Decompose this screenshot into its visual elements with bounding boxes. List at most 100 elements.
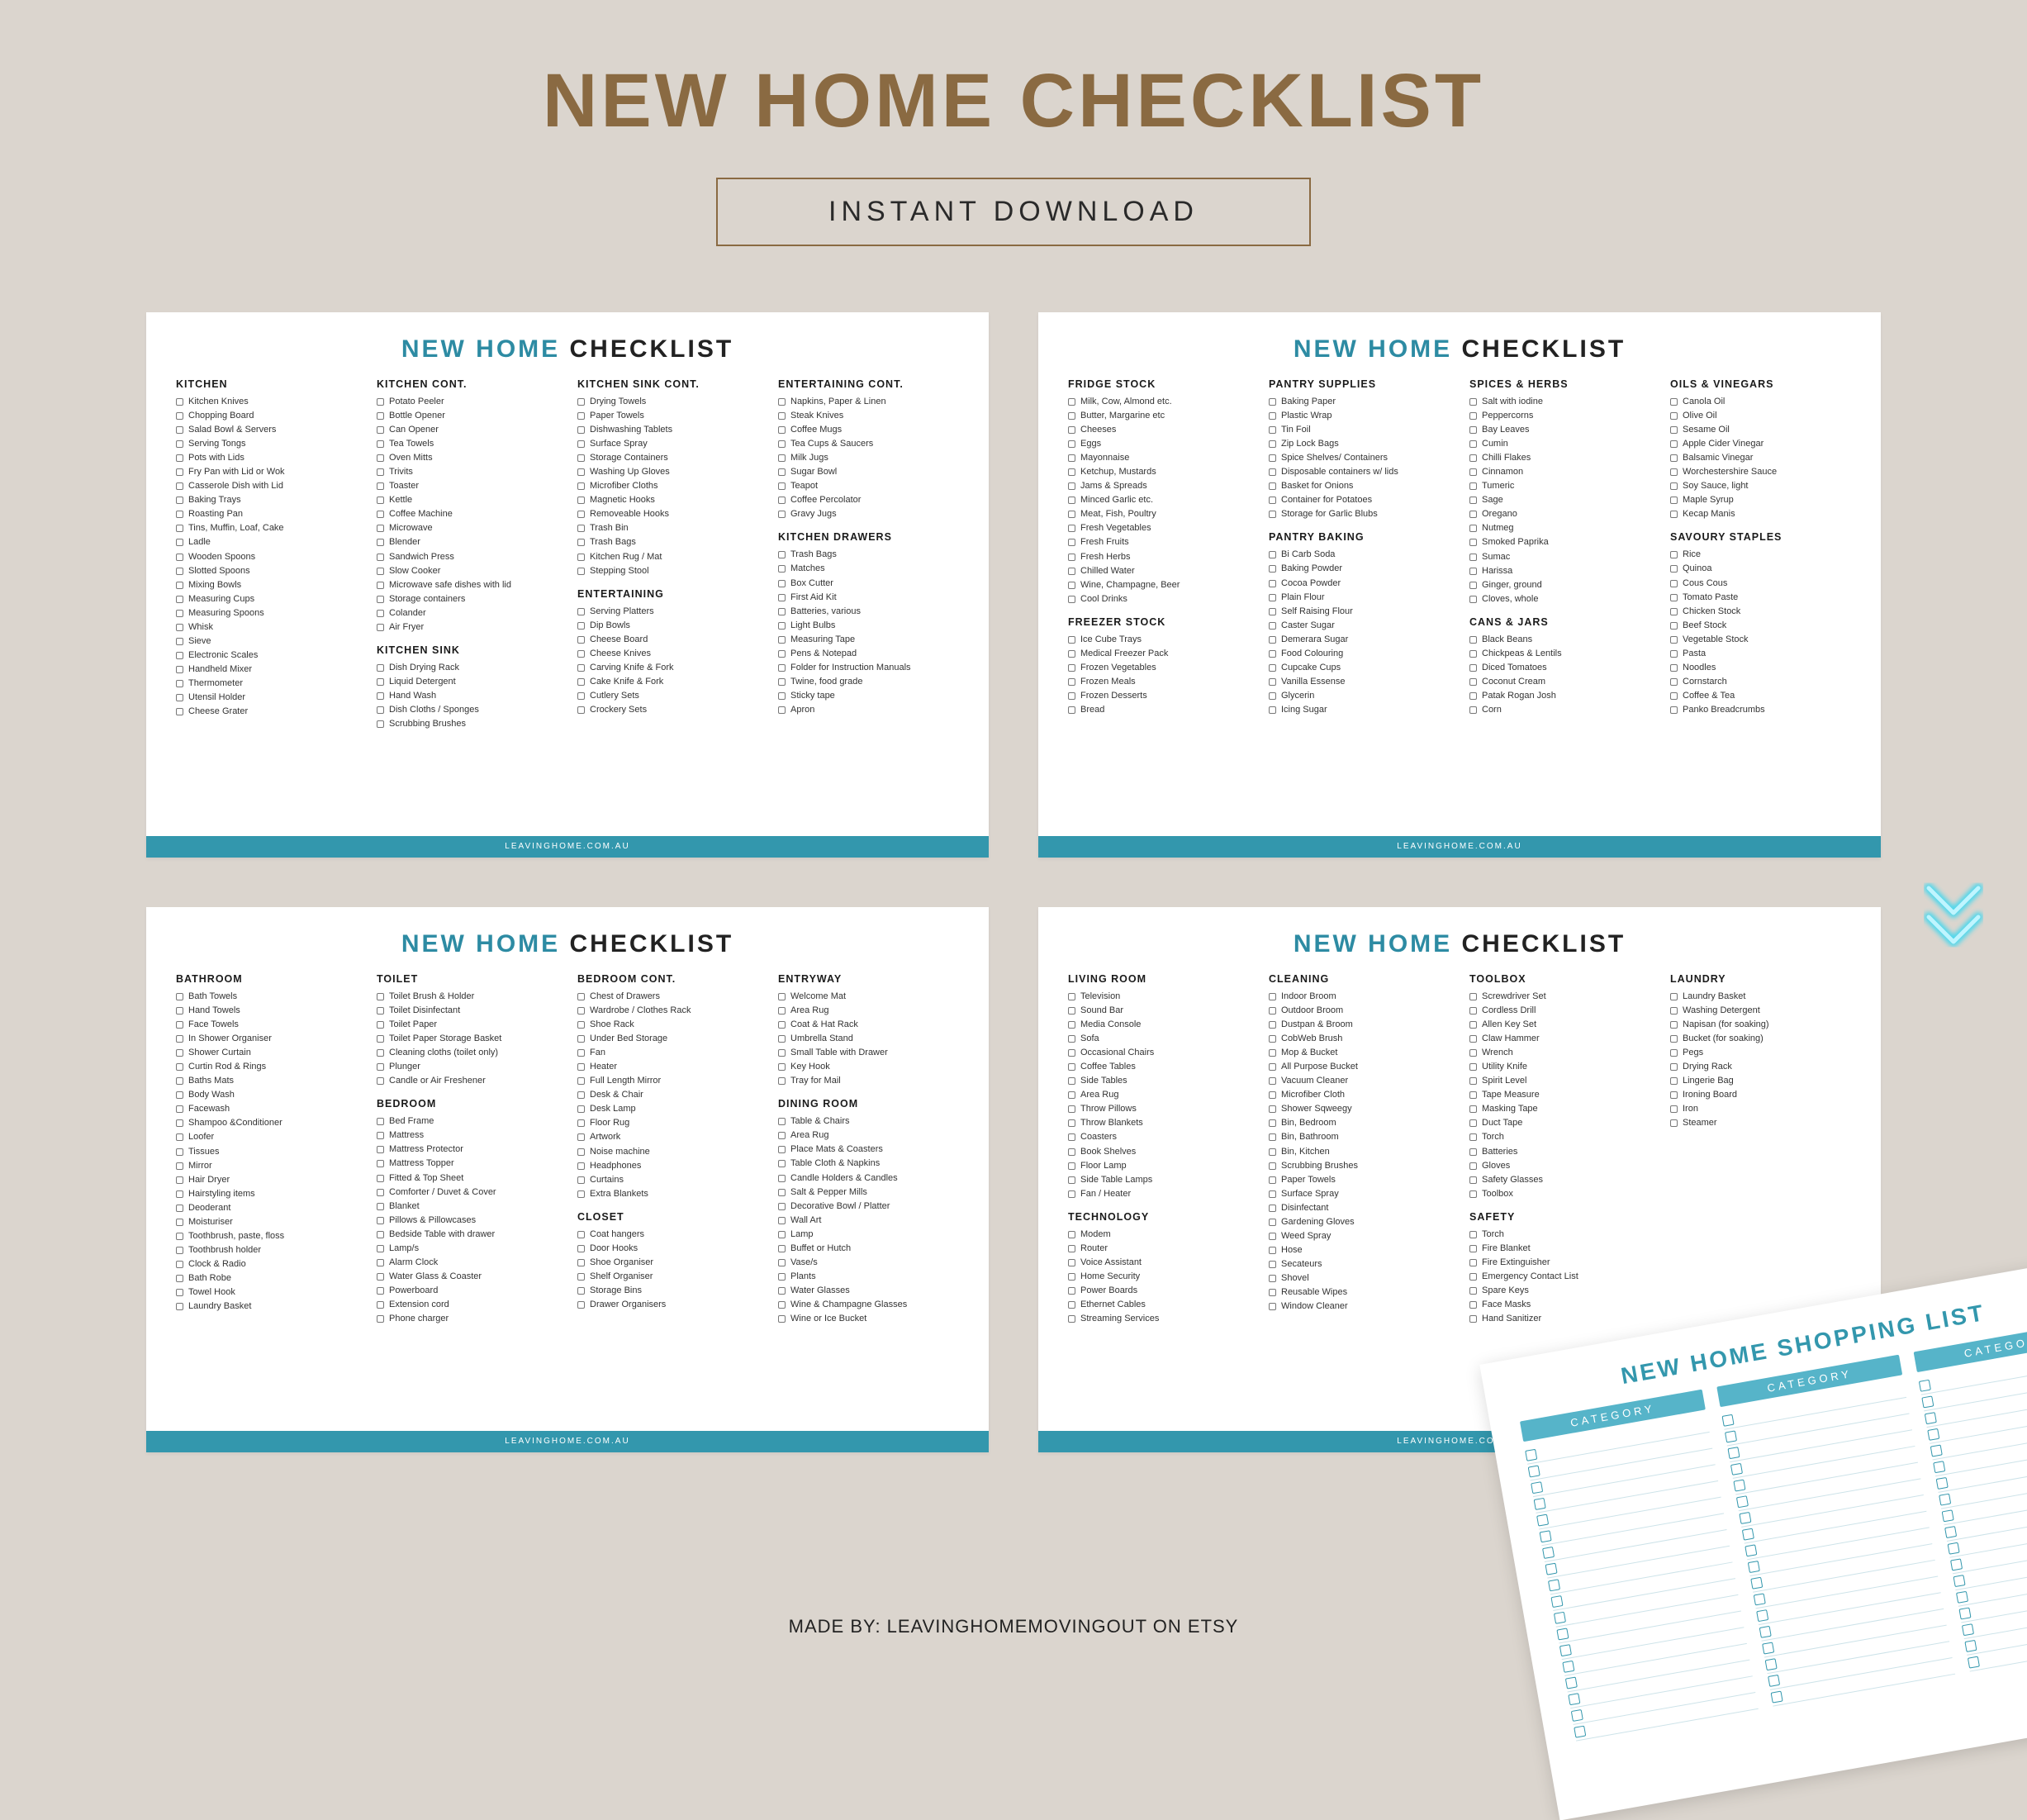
checkbox-icon[interactable]	[577, 1162, 585, 1170]
checkbox-icon[interactable]	[1068, 692, 1075, 700]
checkbox-icon[interactable]	[1670, 398, 1678, 406]
checkbox-icon[interactable]	[1269, 664, 1276, 672]
checkbox-icon[interactable]	[1730, 1463, 1743, 1475]
checkbox-icon[interactable]	[176, 1021, 183, 1029]
checkbox-icon[interactable]	[176, 1247, 183, 1254]
checkbox-icon[interactable]	[1068, 1007, 1075, 1015]
checkbox-icon[interactable]	[377, 678, 384, 686]
checkbox-icon[interactable]	[1269, 678, 1276, 686]
checkbox-icon[interactable]	[778, 594, 786, 601]
checkbox-icon[interactable]	[1469, 1190, 1477, 1198]
checkbox-icon[interactable]	[1068, 468, 1075, 476]
checkbox-icon[interactable]	[1269, 594, 1276, 601]
checkbox-icon[interactable]	[1936, 1477, 1949, 1490]
checkbox-icon[interactable]	[577, 1091, 585, 1099]
checkbox-icon[interactable]	[176, 624, 183, 631]
checkbox-icon[interactable]	[176, 680, 183, 687]
checkbox-icon[interactable]	[778, 511, 786, 518]
checkbox-icon[interactable]	[577, 692, 585, 700]
checkbox-icon[interactable]	[1068, 511, 1075, 518]
checkbox-icon[interactable]	[1469, 554, 1477, 561]
checkbox-icon[interactable]	[577, 497, 585, 504]
checkbox-icon[interactable]	[577, 1245, 585, 1252]
checkbox-icon[interactable]	[377, 568, 384, 575]
checkbox-icon[interactable]	[778, 664, 786, 672]
checkbox-icon[interactable]	[577, 1273, 585, 1281]
checkbox-icon[interactable]	[176, 1119, 183, 1127]
checkbox-icon[interactable]	[1742, 1528, 1754, 1541]
checkbox-icon[interactable]	[1670, 551, 1678, 558]
checkbox-icon[interactable]	[1469, 1176, 1477, 1184]
checkbox-icon[interactable]	[377, 706, 384, 714]
checkbox-icon[interactable]	[1722, 1414, 1735, 1427]
checkbox-icon[interactable]	[1670, 1007, 1678, 1015]
checkbox-icon[interactable]	[1670, 608, 1678, 615]
checkbox-icon[interactable]	[577, 1190, 585, 1198]
checkbox-icon[interactable]	[1670, 636, 1678, 644]
checkbox-icon[interactable]	[1269, 1275, 1276, 1282]
checkbox-icon[interactable]	[1942, 1509, 1954, 1522]
checkbox-icon[interactable]	[1068, 993, 1075, 1000]
checkbox-icon[interactable]	[778, 580, 786, 587]
checkbox-icon[interactable]	[778, 1007, 786, 1015]
checkbox-icon[interactable]	[1953, 1575, 1966, 1587]
checkbox-icon[interactable]	[377, 1175, 384, 1182]
checkbox-icon[interactable]	[1269, 692, 1276, 700]
checkbox-icon[interactable]	[176, 1233, 183, 1240]
checkbox-icon[interactable]	[176, 1205, 183, 1212]
checkbox-icon[interactable]	[377, 1063, 384, 1071]
checkbox-icon[interactable]	[1068, 1035, 1075, 1043]
checkbox-icon[interactable]	[778, 1231, 786, 1238]
checkbox-icon[interactable]	[1534, 1498, 1546, 1510]
checkbox-icon[interactable]	[778, 1259, 786, 1266]
checkbox-icon[interactable]	[1469, 1007, 1477, 1015]
checkbox-icon[interactable]	[778, 1245, 786, 1252]
checkbox-icon[interactable]	[1925, 1412, 1937, 1424]
checkbox-icon[interactable]	[1670, 664, 1678, 672]
checkbox-icon[interactable]	[1269, 1162, 1276, 1170]
checkbox-icon[interactable]	[577, 1105, 585, 1113]
checkbox-icon[interactable]	[377, 1132, 384, 1139]
checkbox-icon[interactable]	[1469, 1049, 1477, 1057]
checkbox-icon[interactable]	[1670, 1077, 1678, 1085]
checkbox-icon[interactable]	[1068, 1287, 1075, 1295]
checkbox-icon[interactable]	[778, 1049, 786, 1057]
checkbox-icon[interactable]	[1550, 1595, 1563, 1608]
checkbox-icon[interactable]	[1068, 482, 1075, 490]
checkbox-icon[interactable]	[577, 1077, 585, 1085]
checkbox-icon[interactable]	[176, 1275, 183, 1282]
checkbox-icon[interactable]	[1269, 1261, 1276, 1268]
checkbox-icon[interactable]	[1469, 582, 1477, 589]
checkbox-icon[interactable]	[1469, 426, 1477, 434]
checkbox-icon[interactable]	[778, 692, 786, 700]
checkbox-icon[interactable]	[377, 482, 384, 490]
checkbox-icon[interactable]	[176, 708, 183, 715]
checkbox-icon[interactable]	[1269, 440, 1276, 448]
checkbox-icon[interactable]	[176, 993, 183, 1000]
checkbox-icon[interactable]	[1269, 482, 1276, 490]
checkbox-icon[interactable]	[1670, 565, 1678, 573]
checkbox-icon[interactable]	[176, 638, 183, 645]
checkbox-icon[interactable]	[377, 720, 384, 728]
checkbox-icon[interactable]	[1531, 1481, 1543, 1494]
checkbox-icon[interactable]	[1068, 1190, 1075, 1198]
checkbox-icon[interactable]	[1068, 497, 1075, 504]
checkbox-icon[interactable]	[1944, 1526, 1957, 1538]
checkbox-icon[interactable]	[377, 596, 384, 603]
checkbox-icon[interactable]	[377, 1035, 384, 1043]
checkbox-icon[interactable]	[1068, 1231, 1075, 1238]
checkbox-icon[interactable]	[1269, 398, 1276, 406]
checkbox-icon[interactable]	[778, 426, 786, 434]
checkbox-icon[interactable]	[577, 1301, 585, 1309]
checkbox-icon[interactable]	[577, 1049, 585, 1057]
checkbox-icon[interactable]	[377, 1217, 384, 1224]
checkbox-icon[interactable]	[176, 1289, 183, 1296]
checkbox-icon[interactable]	[1670, 482, 1678, 490]
checkbox-icon[interactable]	[176, 1148, 183, 1156]
checkbox-icon[interactable]	[176, 554, 183, 561]
checkbox-icon[interactable]	[1768, 1675, 1780, 1687]
checkbox-icon[interactable]	[176, 398, 183, 406]
checkbox-icon[interactable]	[1068, 1049, 1075, 1057]
checkbox-icon[interactable]	[377, 1301, 384, 1309]
checkbox-icon[interactable]	[377, 412, 384, 420]
